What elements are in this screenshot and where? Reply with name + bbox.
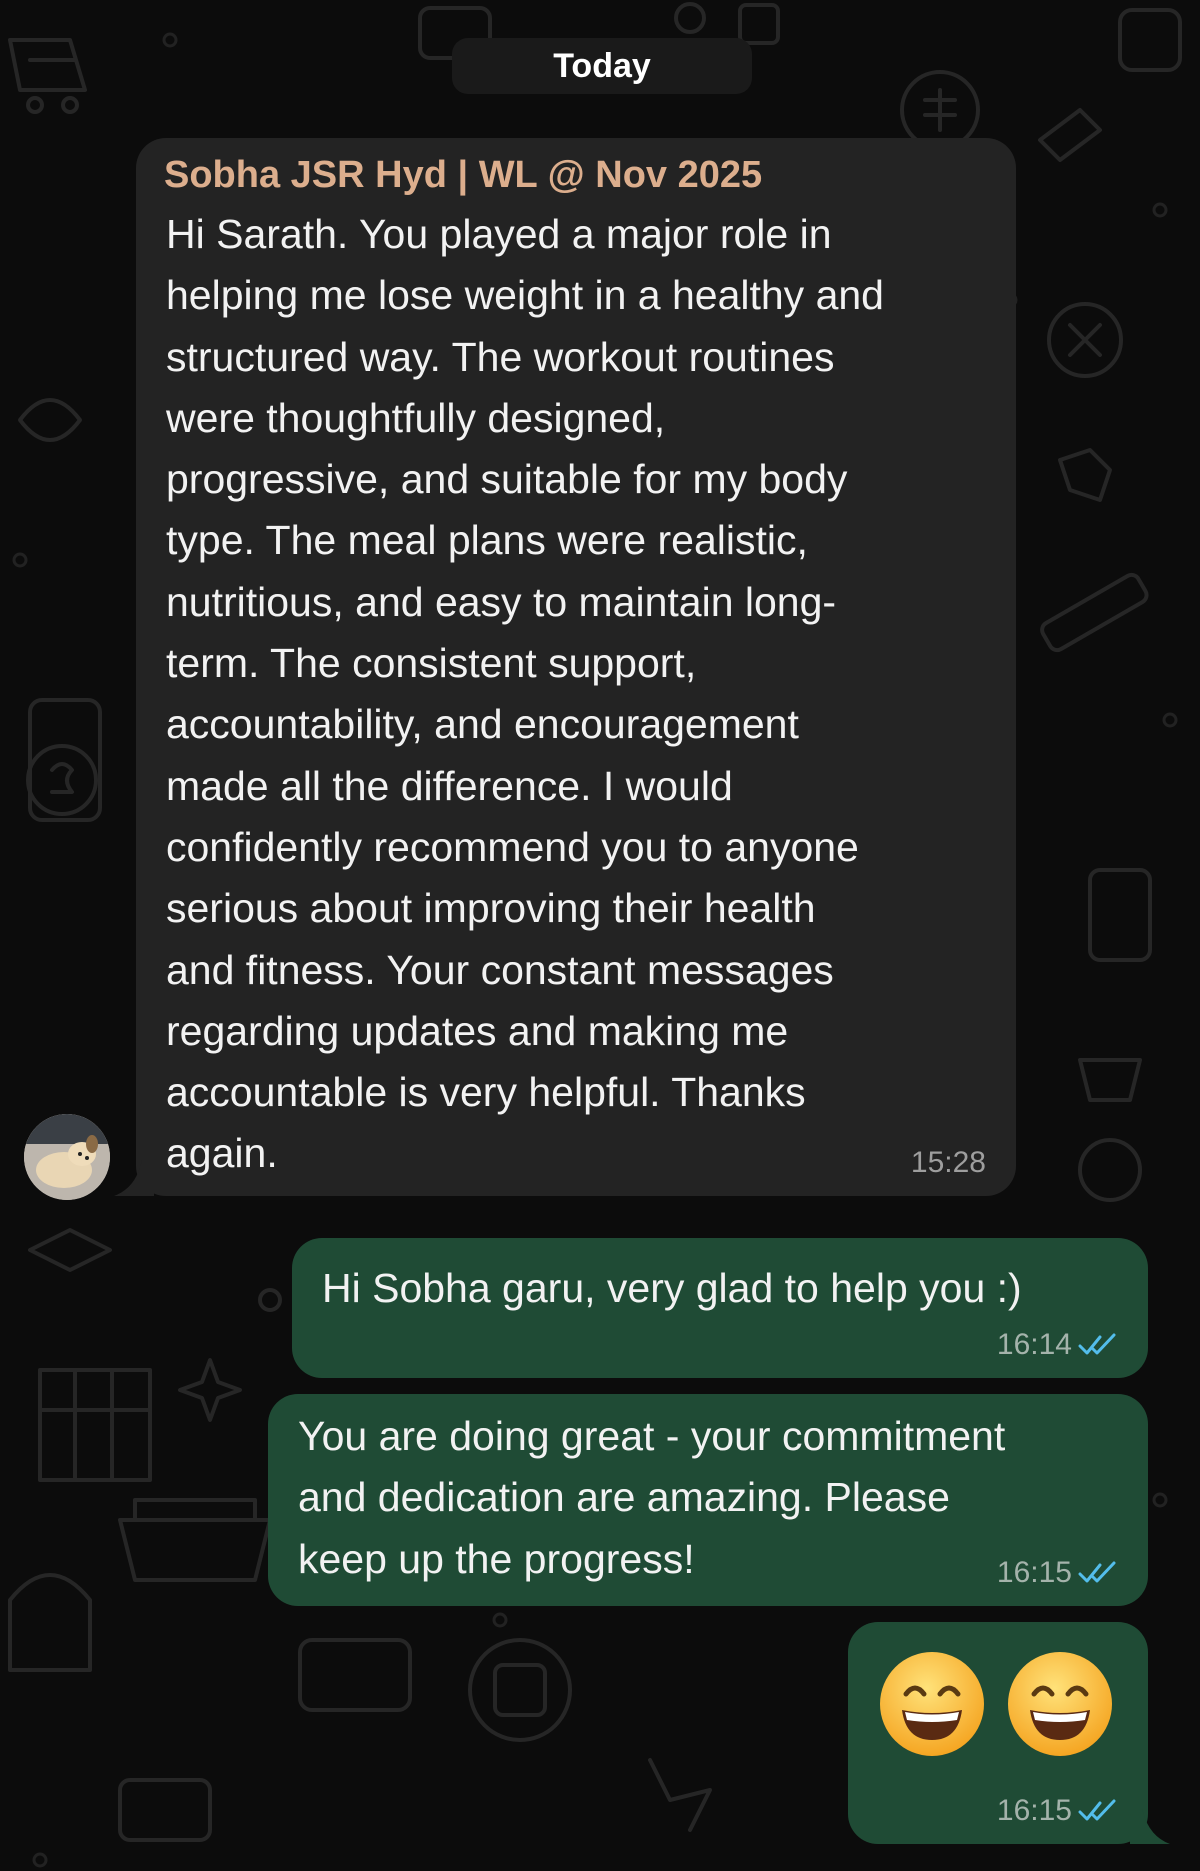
double-check-read-icon bbox=[1078, 1561, 1116, 1583]
message-time: 16:15 bbox=[996, 1794, 1072, 1827]
message-time: 16:15 bbox=[996, 1556, 1072, 1589]
puppy-icon bbox=[24, 1114, 110, 1200]
outgoing-emoji-bubble[interactable]: 16:15 bbox=[848, 1622, 1170, 1844]
double-check-read-icon bbox=[1078, 1333, 1116, 1355]
bubble-tail bbox=[1130, 1808, 1170, 1844]
sender-name[interactable]: Sobha JSR Hyd | WL @ Nov 2025 bbox=[164, 154, 762, 197]
date-separator: Today bbox=[452, 38, 752, 94]
message-text: Hi Sarath. You played a major role in he… bbox=[166, 211, 884, 1177]
message-meta: 16:15 bbox=[997, 1556, 1118, 1590]
outgoing-message-bubble[interactable]: You are doing great - your commitment an… bbox=[268, 1394, 1148, 1606]
outgoing-message-bubble[interactable]: Hi Sobha garu, very glad to help you :) … bbox=[292, 1238, 1148, 1378]
puppy-avatar[interactable] bbox=[24, 1114, 110, 1200]
bubble-tail bbox=[114, 1160, 154, 1196]
message-text: You are doing great - your commitment an… bbox=[298, 1413, 1006, 1582]
message-text: Hi Sobha garu, very glad to help you :) bbox=[322, 1265, 1022, 1311]
message-meta: 15:28 bbox=[911, 1146, 986, 1180]
grinning-face-with-smiling-eyes-icon bbox=[1008, 1652, 1112, 1756]
double-check-read-icon bbox=[1078, 1799, 1116, 1821]
message-time: 16:14 bbox=[996, 1328, 1072, 1361]
grinning-face-with-smiling-eyes-icon bbox=[880, 1652, 984, 1756]
message-meta: 16:15 bbox=[997, 1794, 1118, 1828]
message-meta: 16:14 bbox=[997, 1328, 1118, 1362]
chat-window: Today Sobha JSR Hyd | WL @ Nov 2025 Hi S… bbox=[0, 0, 1200, 1871]
emoji-row bbox=[878, 1650, 1114, 1758]
incoming-message-bubble[interactable]: Sobha JSR Hyd | WL @ Nov 2025 Hi Sarath.… bbox=[114, 138, 1016, 1196]
message-time: 15:28 bbox=[910, 1146, 986, 1179]
